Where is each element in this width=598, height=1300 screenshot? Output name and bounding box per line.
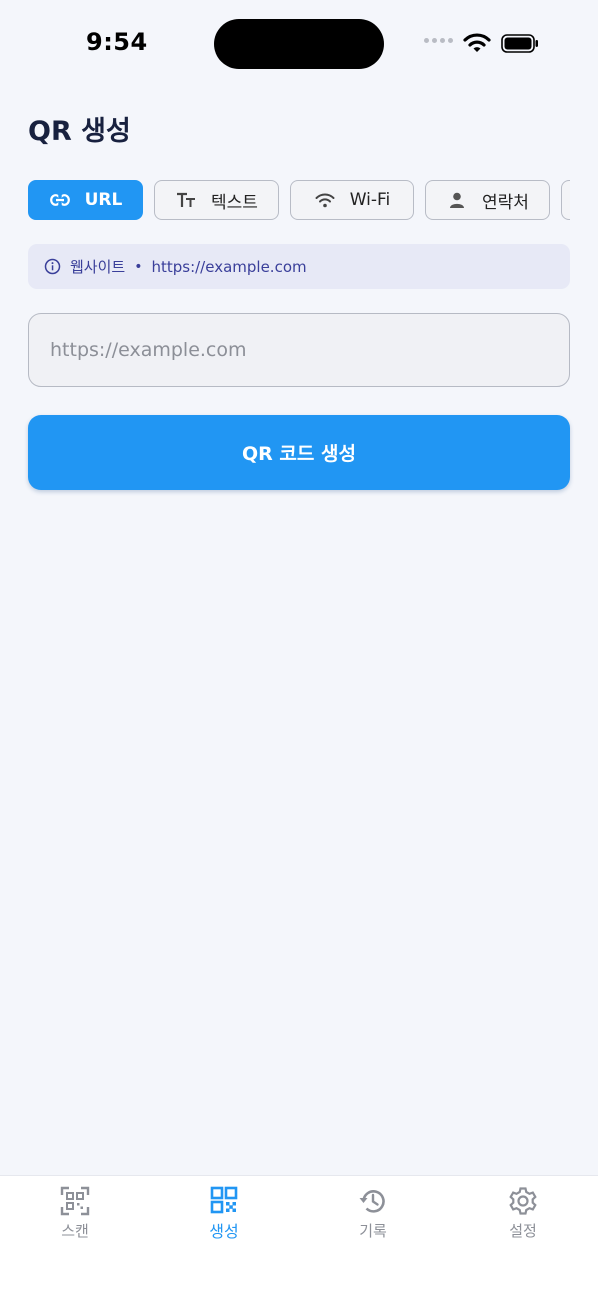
status-bar: 9:54	[0, 0, 598, 88]
screen: 9:54 QR 생성 URL 텍스트 Wi-Fi 연락처 웹사이트 • http…	[0, 0, 598, 1300]
dynamic-island	[214, 19, 384, 69]
wifi-icon	[314, 189, 336, 211]
nav-item-history[interactable]: 기록	[323, 1186, 423, 1241]
type-chip-text[interactable]: 텍스트	[154, 180, 279, 220]
wifi-status-icon	[463, 33, 491, 52]
nav-label-create: 생성	[209, 1222, 239, 1241]
battery-icon	[501, 34, 538, 53]
hint-separator: •	[134, 258, 143, 275]
hint-category: 웹사이트	[70, 258, 126, 276]
link-icon	[49, 189, 71, 211]
nav-label-scan: 스캔	[61, 1222, 89, 1240]
cellular-signal-icon	[424, 38, 453, 43]
type-chip-wifi[interactable]: Wi-Fi	[290, 180, 414, 220]
nav-item-scan[interactable]: 스캔	[25, 1186, 125, 1241]
hint-example: https://example.com	[151, 257, 307, 276]
qr-scan-icon	[60, 1186, 90, 1216]
type-chip-label: URL	[84, 190, 123, 210]
history-icon	[359, 1190, 385, 1213]
type-chip-label: 연락처	[482, 192, 529, 213]
nav-item-settings[interactable]: 설정	[473, 1186, 573, 1241]
text-icon	[175, 189, 197, 211]
page-title: QR 생성	[28, 116, 131, 147]
type-chip-url[interactable]: URL	[28, 180, 143, 220]
type-hint: 웹사이트 • https://example.com	[28, 244, 570, 289]
info-icon	[44, 258, 61, 275]
type-chip-label: 텍스트	[211, 192, 258, 213]
type-chip-more[interactable]	[561, 180, 570, 220]
generate-qr-button[interactable]: QR 코드 생성	[28, 415, 570, 490]
url-input[interactable]	[28, 313, 570, 387]
type-selector: URL 텍스트 Wi-Fi 연락처	[28, 180, 570, 220]
nav-item-create[interactable]: 생성	[174, 1186, 274, 1242]
nav-label-settings: 설정	[509, 1222, 537, 1240]
type-chip-label: Wi-Fi	[349, 190, 391, 210]
type-chip-contact[interactable]: 연락처	[425, 180, 550, 220]
nav-label-history: 기록	[359, 1222, 387, 1240]
status-time: 9:54	[86, 28, 148, 56]
bottom-nav: 스캔 생성 기록 설정	[0, 1175, 598, 1300]
qr-code-icon	[210, 1186, 238, 1214]
gear-icon	[509, 1187, 537, 1215]
person-icon	[446, 189, 468, 211]
